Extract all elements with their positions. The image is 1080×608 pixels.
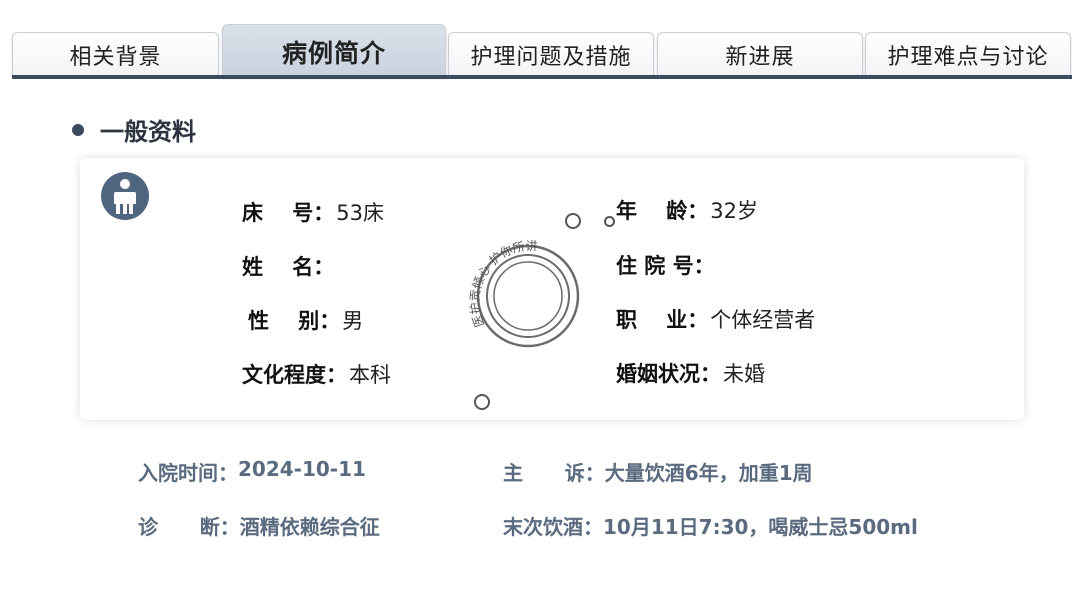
last-drink-value: 10月11日7:30，喝威士忌500ml (603, 515, 918, 539)
bullet-icon (72, 123, 84, 136)
decor-dot (604, 216, 615, 227)
section-title: 一般资料 (72, 112, 196, 147)
complaint-value: 大量饮酒6年，加重1周 (604, 461, 813, 485)
age-value: 32岁 (710, 199, 758, 223)
field-marital: 婚姻状况： 未婚 (616, 358, 765, 388)
gender-label: 性 别： (248, 309, 341, 333)
job-value: 个体经营者 (710, 308, 816, 332)
education-value: 本科 (349, 363, 391, 387)
marital-value: 未婚 (723, 362, 765, 386)
section-title-text: 一般资料 (100, 118, 196, 146)
field-name: 姓 名： (242, 251, 336, 281)
field-bed: 床 号： 53床 (242, 197, 384, 227)
age-label: 年 龄： (616, 199, 709, 223)
bed-label: 床 号： (242, 201, 335, 225)
diagnosis-label: 诊 断： (138, 515, 240, 539)
diagnosis-value: 酒精依赖综合征 (239, 515, 380, 539)
tab-underline (12, 75, 1072, 79)
tab-new-progress[interactable]: 护理难点与讨论 (865, 32, 1071, 76)
bed-value: 53床 (336, 201, 384, 225)
admit-time: 入院时间： 2024-10-11 (138, 457, 366, 486)
admit-time-value: 2024-10-11 (238, 457, 366, 481)
watermark-stamp: 医护贡倾心 护你所讲 (468, 238, 580, 348)
decor-dot (565, 213, 581, 229)
last-drink-label: 末次饮酒： (503, 515, 603, 539)
last-drink: 末次饮酒： 10月11日7:30，喝威士忌500ml (503, 511, 918, 540)
job-label: 职 业： (616, 308, 709, 332)
gender-value: 男 (342, 309, 364, 333)
tab-case-intro[interactable]: 病例简介 (222, 24, 446, 78)
chief-complaint: 主 诉： 大量饮酒6年，加重1周 (503, 457, 813, 486)
tab-patient-info[interactable]: 护理问题及措施 (448, 32, 654, 76)
field-age: 年 龄： 32岁 (616, 195, 758, 225)
person-icon (101, 172, 149, 220)
admission-no-label: 住 院 号： (616, 254, 715, 278)
marital-label: 婚姻状况： (616, 362, 721, 386)
complaint-label: 主 诉： (503, 461, 605, 485)
field-education: 文化程度： 本科 (242, 359, 391, 389)
tab-nursing-problems[interactable]: 新进展 (657, 32, 863, 76)
education-label: 文化程度： (242, 363, 347, 387)
diagnosis: 诊 断： 酒精依赖综合征 (138, 511, 380, 540)
watermark-text: 医护贡倾心 护你所讲 (468, 238, 538, 329)
admit-time-label: 入院时间： (138, 461, 238, 485)
tab-bar: 相关背景 护理问题及措施 新进展 护理难点与讨论 病例简介 (0, 0, 1080, 82)
name-label: 姓 名： (242, 255, 335, 279)
tab-background[interactable]: 相关背景 (12, 32, 219, 76)
field-job: 职 业： 个体经营者 (616, 304, 815, 334)
decor-dot (474, 394, 490, 410)
field-admission-no: 住 院 号： (616, 250, 717, 280)
field-gender: 性 别： 男 (248, 305, 363, 335)
